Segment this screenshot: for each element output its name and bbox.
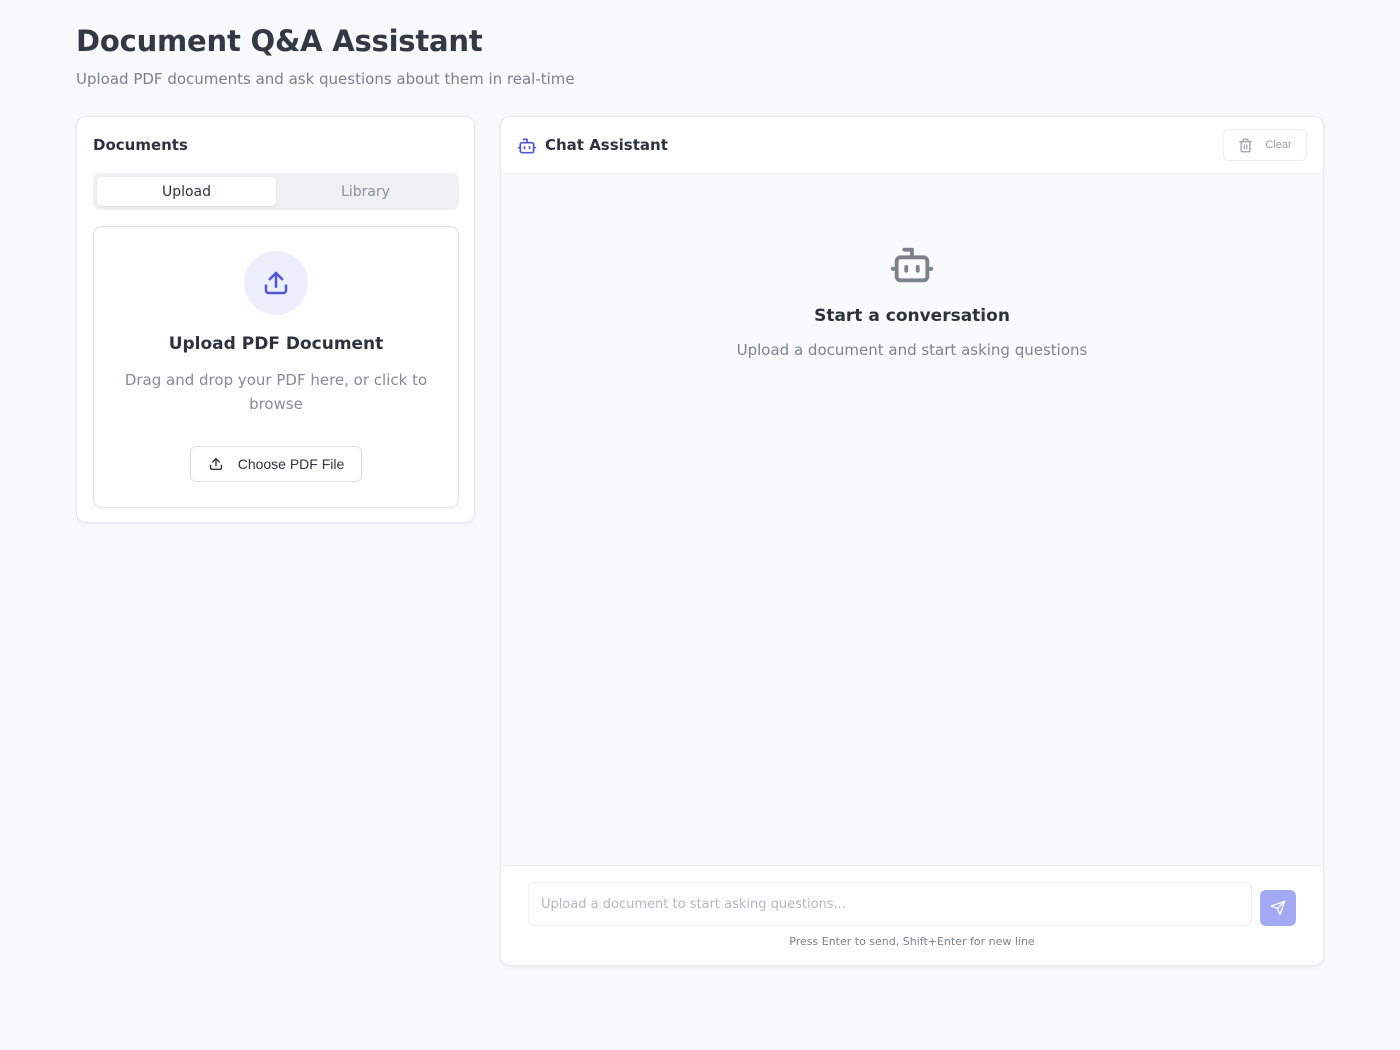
upload-icon xyxy=(264,271,288,295)
chat-header: Chat Assistant Clear xyxy=(501,117,1323,174)
clear-label: Clear xyxy=(1265,139,1292,151)
tab-upload[interactable]: Upload xyxy=(97,177,276,206)
empty-state-title: Start a conversation xyxy=(814,306,1010,326)
empty-state-description: Upload a document and start asking quest… xyxy=(736,341,1088,359)
page: Document Q&A Assistant Upload PDF docume… xyxy=(0,0,1400,1050)
upload-small-icon xyxy=(209,458,222,470)
documents-tabs: Upload Library xyxy=(93,173,459,210)
bot-icon-large xyxy=(890,247,934,283)
bot-icon xyxy=(517,138,537,154)
send-button[interactable] xyxy=(1260,890,1296,926)
clear-button[interactable]: Clear xyxy=(1223,129,1307,161)
page-title: Document Q&A Assistant xyxy=(76,24,483,58)
choose-pdf-label: Choose PDF File xyxy=(237,456,345,472)
chat-composer: Press Enter to send, Shift+Enter for new… xyxy=(501,865,1323,965)
composer-hint: Press Enter to send, Shift+Enter for new… xyxy=(789,935,1035,948)
trash-icon xyxy=(1239,138,1253,152)
upload-icon-badge xyxy=(244,251,308,315)
chat-panel: Chat Assistant Clear Start a conversatio… xyxy=(500,116,1324,966)
upload-description: Drag and drop your PDF here, or click to… xyxy=(124,371,428,413)
page-subtitle: Upload PDF documents and ask questions a… xyxy=(76,70,575,88)
upload-dropzone[interactable]: Upload PDF Document Drag and drop your P… xyxy=(93,226,459,508)
upload-heading: Upload PDF Document xyxy=(168,334,384,354)
documents-panel: Documents Upload Library Upload PDF Docu… xyxy=(76,116,475,523)
send-icon xyxy=(1270,900,1286,916)
documents-title: Documents xyxy=(93,136,188,154)
tab-library[interactable]: Library xyxy=(276,177,455,206)
chat-title: Chat Assistant xyxy=(545,136,668,154)
chat-messages-area: Start a conversation Upload a document a… xyxy=(501,174,1323,865)
choose-pdf-button[interactable]: Choose PDF File xyxy=(190,446,362,482)
chat-input[interactable] xyxy=(528,882,1252,926)
